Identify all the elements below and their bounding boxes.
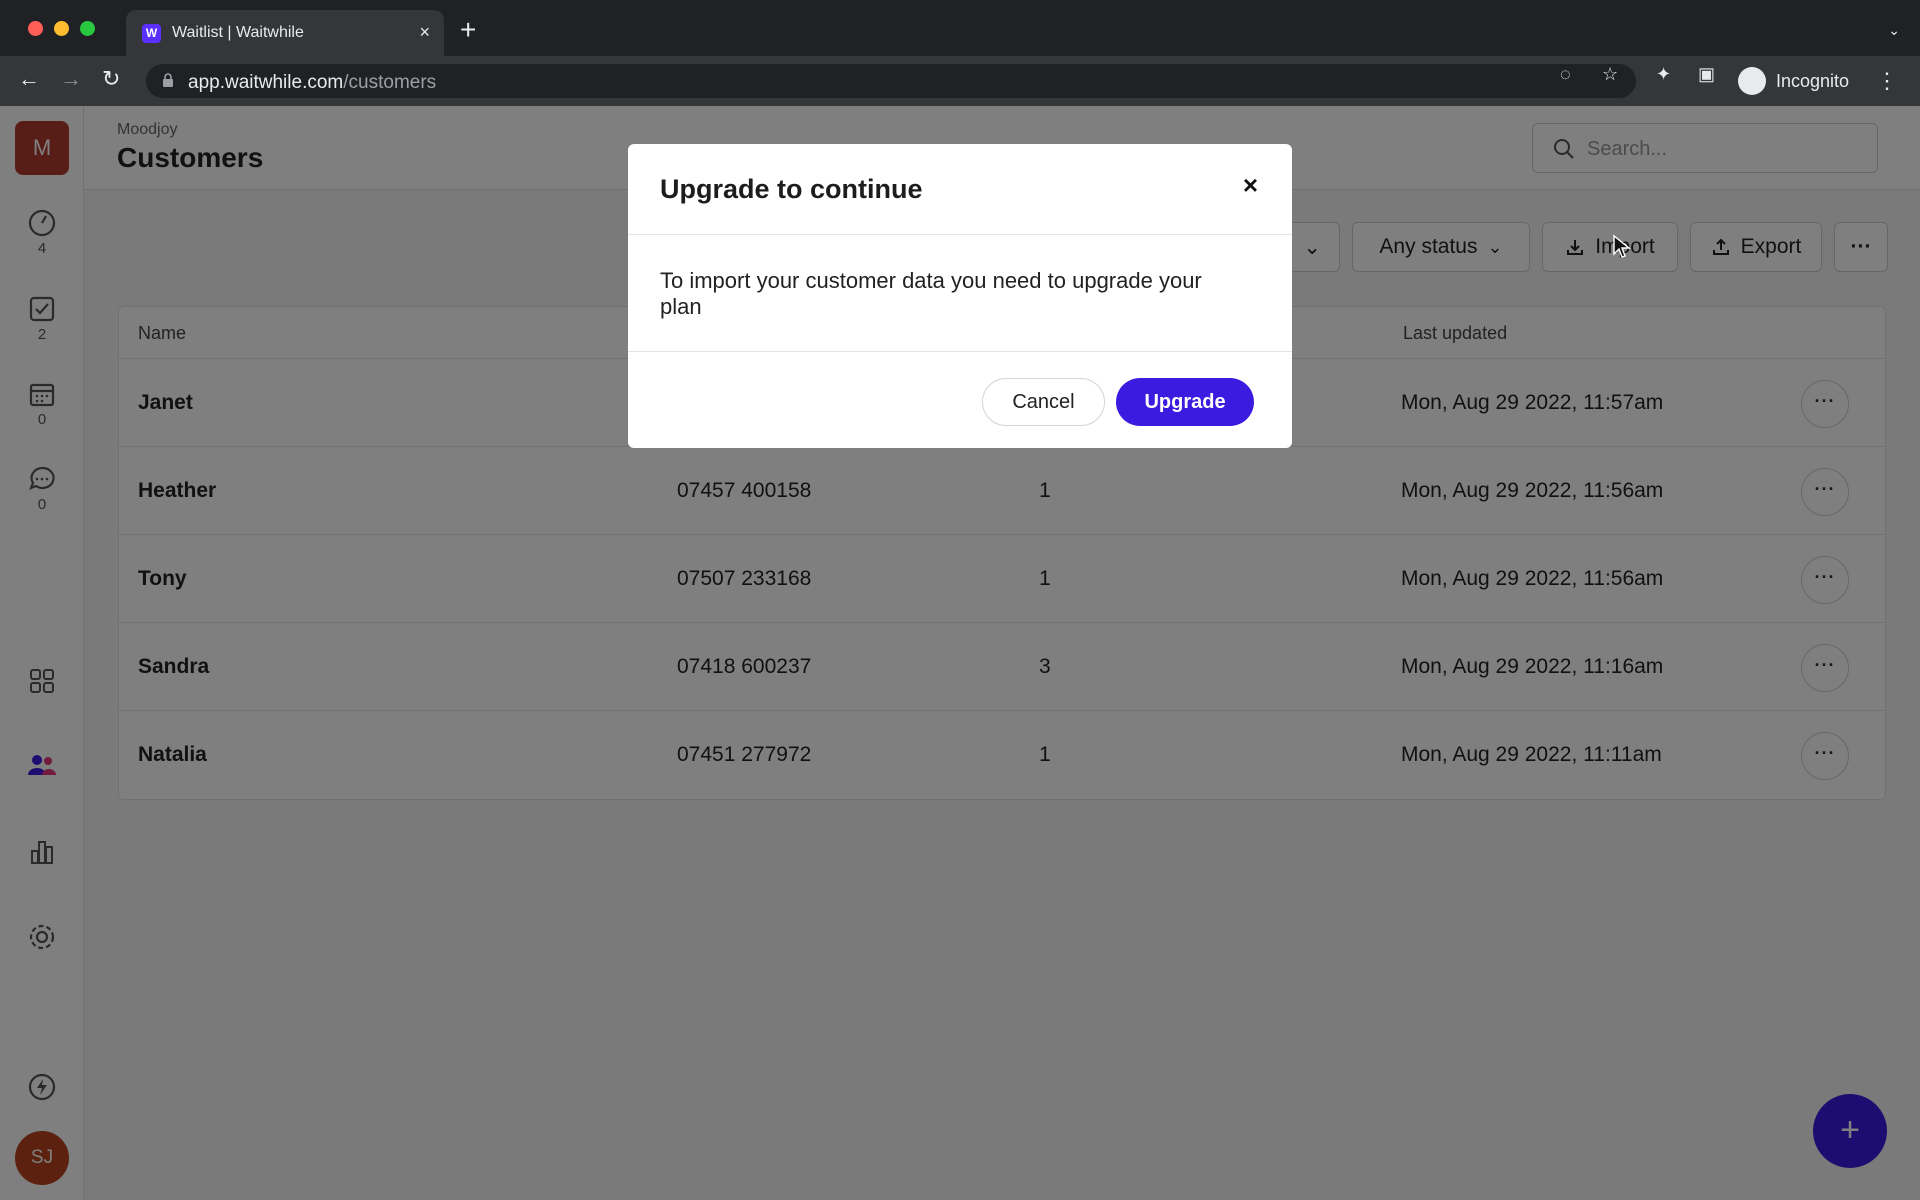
lock-icon	[163, 73, 173, 87]
mouse-cursor-icon	[1613, 234, 1631, 258]
incognito-profile-button[interactable]: Incognito	[1738, 64, 1849, 98]
browser-toolbar: ← → ↻ app.waitwhile.com/customers ◌ ☆ ✦ …	[0, 56, 1920, 106]
address-bar[interactable]: app.waitwhile.com/customers	[146, 64, 1636, 98]
extensions-puzzle-icon[interactable]: ✦	[1656, 64, 1671, 85]
window-minimize-button[interactable]	[54, 21, 69, 36]
side-panel-icon[interactable]: ▣	[1698, 64, 1715, 85]
upgrade-button[interactable]: Upgrade	[1116, 378, 1254, 426]
tab-title: Waitlist | Waitwhile	[172, 24, 304, 41]
window-maximize-button[interactable]	[80, 21, 95, 36]
url-text: app.waitwhile.com/customers	[188, 72, 437, 93]
forward-arrow-icon[interactable]: →	[60, 68, 82, 90]
new-tab-icon[interactable]: +	[460, 16, 476, 44]
star-bookmark-icon[interactable]: ☆	[1602, 64, 1618, 85]
browser-tab[interactable]: W Waitlist | Waitwhile ×	[126, 10, 444, 56]
close-icon[interactable]: ×	[1243, 170, 1258, 201]
browser-menu-icon[interactable]: ⋮	[1876, 68, 1898, 94]
window-close-button[interactable]	[28, 21, 43, 36]
eye-off-icon[interactable]: ◌	[1560, 64, 1571, 85]
dialog-title: Upgrade to continue	[660, 174, 923, 204]
dialog-body: To import your customer data you need to…	[628, 235, 1292, 352]
cancel-button[interactable]: Cancel	[982, 378, 1105, 426]
browser-tab-bar: W Waitlist | Waitwhile × + ⌄	[0, 0, 1920, 56]
tab-close-icon[interactable]: ×	[419, 22, 430, 43]
tab-search-chevron-icon[interactable]: ⌄	[1888, 22, 1900, 39]
upgrade-dialog: Upgrade to continue × To import your cus…	[628, 144, 1292, 448]
incognito-label: Incognito	[1776, 70, 1850, 91]
dialog-footer: Cancel Upgrade	[628, 352, 1292, 448]
reload-icon[interactable]: ↻	[102, 68, 120, 90]
dialog-header: Upgrade to continue ×	[628, 144, 1292, 235]
waitwhile-favicon-icon: W	[142, 24, 161, 43]
incognito-icon	[1738, 67, 1766, 95]
back-arrow-icon[interactable]: ←	[18, 68, 40, 90]
dialog-message: To import your customer data you need to…	[660, 268, 1202, 319]
